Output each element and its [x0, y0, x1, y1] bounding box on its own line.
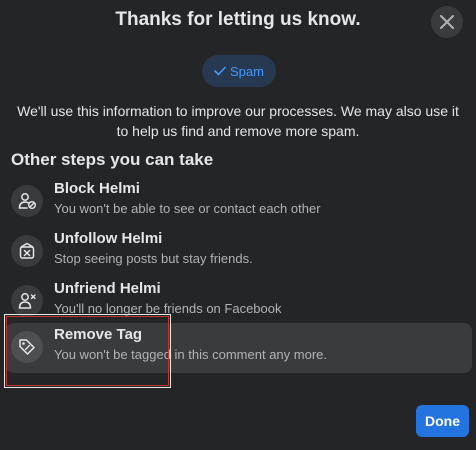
option-title: Unfriend Helmi — [54, 280, 161, 297]
option-subtitle: Stop seeing posts but stay friends. — [54, 251, 253, 266]
option-subtitle: You won't be able to see or contact each… — [54, 201, 321, 216]
close-button[interactable] — [431, 6, 463, 38]
unfollow-icon — [11, 235, 43, 267]
unfriend-option[interactable]: Unfriend Helmi You'll no longer be frien… — [6, 277, 472, 327]
block-user-icon — [11, 185, 43, 217]
remove-tag-option[interactable]: Remove Tag You won't be tagged in this c… — [6, 323, 472, 373]
done-button[interactable]: Done — [416, 405, 469, 437]
dialog-title: Thanks for letting us know. — [115, 9, 361, 30]
checkmark-icon — [214, 66, 226, 76]
report-feedback-dialog: Thanks for letting us know. Spam We'll u… — [0, 0, 476, 450]
remove-tag-icon — [11, 331, 43, 363]
unfollow-option[interactable]: Unfollow Helmi Stop seeing posts but sta… — [6, 227, 472, 277]
info-text: We'll use this information to improve ou… — [17, 103, 459, 139]
section-title: Other steps you can take — [11, 150, 214, 169]
spam-label: Spam — [230, 63, 264, 79]
spam-report-tag: Spam — [202, 55, 276, 87]
option-title: Block Helmi — [54, 180, 140, 197]
unfriend-icon — [11, 285, 43, 317]
block-user-option[interactable]: Block Helmi You won't be able to see or … — [6, 177, 472, 227]
close-icon — [440, 15, 454, 29]
option-subtitle: You won't be tagged in this comment any … — [54, 347, 327, 362]
option-title: Unfollow Helmi — [54, 230, 163, 247]
option-title: Remove Tag — [54, 326, 143, 343]
option-subtitle: You'll no longer be friends on Facebook — [54, 301, 282, 316]
